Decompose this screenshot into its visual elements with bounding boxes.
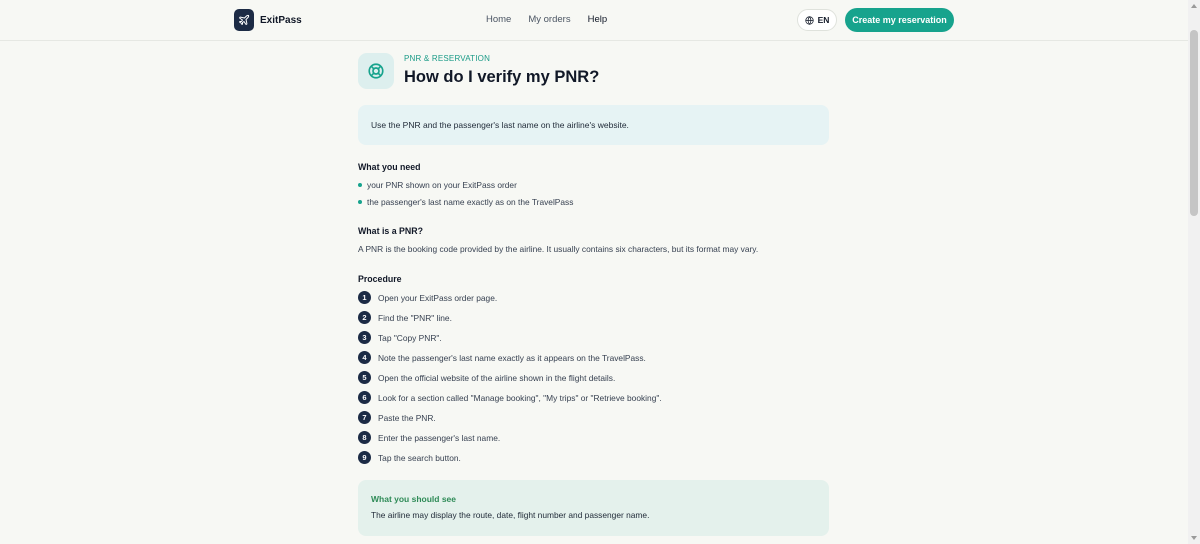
procedure-step: 8 Enter the passenger's last name. bbox=[358, 431, 500, 444]
top-navigation-bar: ExitPass Home My orders Help EN Create m… bbox=[0, 0, 1188, 41]
section-title-what-is-pnr: What is a PNR? bbox=[358, 226, 424, 236]
step-number: 5 bbox=[358, 371, 371, 384]
step-text: Find the "PNR" line. bbox=[378, 312, 452, 323]
step-number: 4 bbox=[358, 351, 371, 364]
bullet-dot bbox=[358, 183, 362, 187]
result-card: What you should see The airline may disp… bbox=[358, 480, 829, 536]
procedure-step: 9 Tap the search button. bbox=[358, 451, 461, 464]
step-text: Open your ExitPass order page. bbox=[378, 292, 498, 303]
list-item-text: your PNR shown on your ExitPass order bbox=[367, 180, 517, 190]
step-text: Tap the search button. bbox=[378, 452, 461, 463]
create-reservation-button[interactable]: Create my reservation bbox=[845, 8, 954, 32]
nav-home[interactable]: Home bbox=[486, 14, 511, 25]
result-text: The airline may display the route, date,… bbox=[371, 510, 650, 520]
procedure-step: 6 Look for a section called "Manage book… bbox=[358, 391, 662, 404]
section-title-what-you-need: What you need bbox=[358, 162, 421, 172]
step-number: 6 bbox=[358, 391, 371, 404]
step-number: 3 bbox=[358, 331, 371, 344]
page-title: How do I verify my PNR? bbox=[404, 68, 600, 86]
scroll-up-arrow-icon[interactable] bbox=[1191, 4, 1197, 8]
language-label: EN bbox=[817, 15, 830, 25]
result-title: What you should see bbox=[371, 494, 457, 504]
procedure-step: 1 Open your ExitPass order page. bbox=[358, 291, 497, 304]
step-number: 8 bbox=[358, 431, 371, 444]
step-text: Enter the passenger's last name. bbox=[378, 432, 501, 443]
step-number: 9 bbox=[358, 451, 371, 464]
page-scrollbar[interactable] bbox=[1188, 0, 1200, 544]
nav-help[interactable]: Help bbox=[588, 14, 608, 25]
step-text: Note the passenger's last name exactly a… bbox=[378, 352, 646, 363]
step-number: 1 bbox=[358, 291, 371, 304]
step-text: Paste the PNR. bbox=[378, 412, 436, 423]
step-text: Open the official website of the airline… bbox=[378, 372, 616, 383]
globe-icon bbox=[804, 15, 814, 25]
plane-icon bbox=[234, 9, 254, 31]
nav-my-orders[interactable]: My orders bbox=[528, 14, 570, 25]
bullet-dot bbox=[358, 200, 362, 204]
summary-card: Use the PNR and the passenger's last nam… bbox=[358, 105, 829, 145]
pnr-definition: A PNR is the booking code provided by th… bbox=[358, 244, 759, 254]
procedure-step: 2 Find the "PNR" line. bbox=[358, 311, 452, 324]
section-title-procedure: Procedure bbox=[358, 274, 402, 284]
step-number: 2 bbox=[358, 311, 371, 324]
article-category: PNR & RESERVATION bbox=[404, 54, 491, 63]
brand-name: ExitPass bbox=[260, 14, 302, 26]
procedure-step: 4 Note the passenger's last name exactly… bbox=[358, 351, 646, 364]
list-item: your PNR shown on your ExitPass order bbox=[358, 180, 517, 190]
step-number: 7 bbox=[358, 411, 371, 424]
step-text: Tap "Copy PNR". bbox=[378, 332, 442, 343]
procedure-step: 3 Tap "Copy PNR". bbox=[358, 331, 442, 344]
list-item-text: the passenger's last name exactly as on … bbox=[367, 197, 574, 207]
scrollbar-thumb[interactable] bbox=[1190, 30, 1198, 216]
list-item: the passenger's last name exactly as on … bbox=[358, 197, 573, 207]
brand[interactable]: ExitPass bbox=[234, 9, 302, 31]
procedure-step: 5 Open the official website of the airli… bbox=[358, 371, 615, 384]
lifebuoy-icon bbox=[358, 53, 394, 89]
scroll-down-arrow-icon[interactable] bbox=[1191, 536, 1197, 540]
language-selector[interactable]: EN bbox=[797, 9, 837, 31]
step-text: Look for a section called "Manage bookin… bbox=[378, 392, 662, 403]
procedure-step: 7 Paste the PNR. bbox=[358, 411, 436, 424]
main-nav: Home My orders Help bbox=[486, 14, 607, 25]
